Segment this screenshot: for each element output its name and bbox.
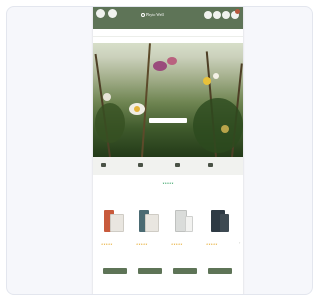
hero-daisy-center: [134, 106, 140, 112]
add-to-cart-button[interactable]: [173, 268, 197, 274]
product-stars-icon: ★★★★★: [206, 243, 218, 246]
hero-plant-stem: [141, 43, 151, 157]
heart-icon[interactable]: [222, 11, 230, 19]
hero-flower: [167, 57, 177, 65]
product-card[interactable]: ★★★★★: [101, 208, 129, 278]
product-card[interactable]: ★★★★★: [171, 208, 199, 278]
home-icon[interactable]: [96, 9, 105, 18]
rating-strip[interactable]: ★★★★★: [93, 181, 243, 187]
header-right-icons: [204, 9, 240, 21]
product-bottle: [185, 216, 193, 232]
site-logo[interactable]: Phyto Well: [141, 12, 164, 17]
add-to-cart-button[interactable]: [208, 268, 232, 274]
product-image[interactable]: [171, 208, 199, 234]
product-image[interactable]: [206, 208, 234, 234]
main-nav: [93, 29, 243, 37]
truck-icon: [208, 163, 213, 167]
cart-icon[interactable]: [231, 9, 240, 19]
product-image[interactable]: [101, 208, 129, 234]
hero-flower: [213, 73, 219, 79]
leaf-icon: [138, 163, 143, 167]
carousel-next-icon[interactable]: ›: [239, 241, 240, 245]
cart-count-badge: [235, 9, 240, 14]
user-icon[interactable]: [108, 9, 117, 18]
hero-flower: [103, 93, 111, 101]
benefits-bar: [93, 157, 243, 175]
badge-icon: [175, 163, 180, 167]
benefit-item: [175, 162, 211, 170]
benefit-item: [138, 162, 174, 170]
web-page: Phyto Well ★★★★★ ★★★★★ ★★★★★ ★★★★★ ★★★★★…: [93, 7, 243, 294]
product-card[interactable]: ★★★★★: [136, 208, 164, 278]
product-card[interactable]: ★★★★★: [206, 208, 234, 278]
header-left-icons: [96, 9, 120, 19]
product-box: [110, 214, 124, 232]
product-bottle: [220, 214, 229, 232]
hero-flower: [153, 61, 167, 71]
add-to-cart-button[interactable]: [138, 268, 162, 274]
hero-flower: [221, 125, 229, 133]
hero-foliage: [95, 103, 125, 143]
rating-stars-icon: ★★★★★: [162, 183, 174, 185]
product-stars-icon: ★★★★★: [171, 243, 183, 246]
benefit-item: [101, 162, 137, 170]
product-stars-icon: ★★★★★: [136, 243, 148, 246]
search-icon[interactable]: [204, 11, 212, 19]
site-header: Phyto Well: [93, 7, 243, 29]
hero-cta-button[interactable]: [149, 118, 187, 123]
product-image[interactable]: [136, 208, 164, 234]
add-to-cart-button[interactable]: [103, 268, 127, 274]
screenshot-frame: Phyto Well ★★★★★ ★★★★★ ★★★★★ ★★★★★ ★★★★★…: [6, 6, 313, 295]
hero-flower: [203, 77, 211, 85]
product-stars-icon: ★★★★★: [101, 243, 113, 246]
hero-foliage: [193, 98, 243, 153]
logo-text: Phyto Well: [146, 12, 164, 17]
logo-mark-icon: [141, 13, 145, 17]
benefit-item: [208, 162, 243, 170]
product-box: [145, 214, 159, 232]
hero-banner: [93, 43, 243, 157]
account-icon[interactable]: [213, 11, 221, 19]
truck-icon: [101, 163, 106, 167]
